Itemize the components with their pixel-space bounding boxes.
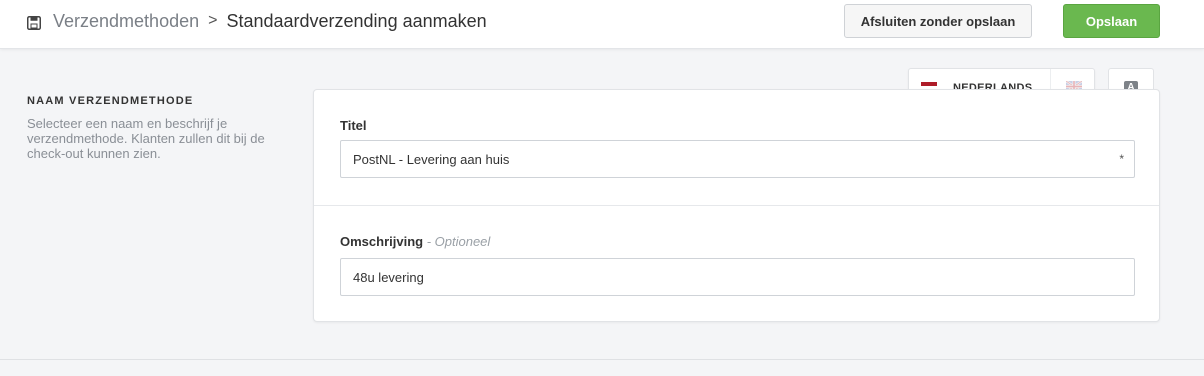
required-marker: * [1119, 152, 1124, 166]
title-label: Titel [340, 118, 367, 133]
card-divider [314, 205, 1159, 206]
breadcrumb-parent-link[interactable]: Verzendmethoden [53, 11, 199, 32]
optional-hint: - Optioneel [426, 234, 491, 249]
breadcrumb-separator: > [208, 12, 218, 29]
description-input[interactable]: 48u levering [340, 258, 1135, 296]
title-input-value: PostNL - Levering aan huis [353, 151, 510, 167]
top-bar: Verzendmethoden > Standaardverzending aa… [0, 0, 1204, 49]
save-button[interactable]: Opslaan [1063, 4, 1160, 38]
save-icon [27, 14, 41, 30]
section-title: NAAM VERZENDMETHODE [27, 95, 194, 107]
description-label-text: Omschrijving [340, 234, 424, 249]
section-description: Selecteer een naam en beschrijf je verze… [27, 116, 265, 161]
breadcrumb: Verzendmethoden > Standaardverzending aa… [27, 0, 487, 42]
shipping-name-card: Titel PostNL - Levering aan huis * Omsch… [313, 89, 1160, 322]
description-input-value: 48u levering [353, 269, 424, 285]
description-label: Omschrijving - Optioneel [340, 234, 490, 249]
bottom-divider [0, 359, 1204, 360]
title-input[interactable]: PostNL - Levering aan huis * [340, 140, 1135, 178]
page-title: Standaardverzending aanmaken [226, 10, 487, 31]
close-without-saving-button[interactable]: Afsluiten zonder opslaan [844, 4, 1032, 38]
